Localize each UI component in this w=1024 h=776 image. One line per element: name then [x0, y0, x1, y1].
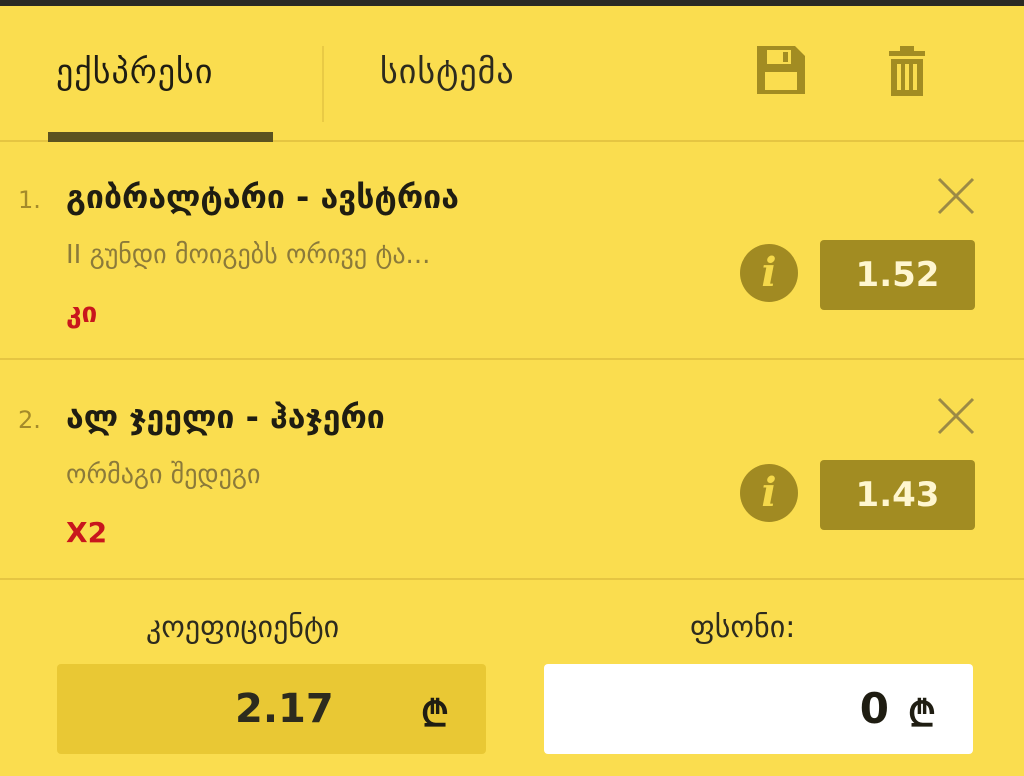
- bet-pick: კი: [66, 296, 98, 329]
- close-icon[interactable]: [934, 394, 978, 438]
- stake-value[interactable]: 0: [860, 684, 889, 733]
- tab-system[interactable]: სისტემა: [380, 52, 515, 92]
- tab-divider: [322, 46, 324, 122]
- bet-number: 1.: [18, 186, 41, 214]
- stake-input[interactable]: 0 ₾: [544, 664, 973, 754]
- coefficient-label: კოეფიციენტი: [146, 610, 340, 645]
- info-icon[interactable]: i: [740, 464, 798, 522]
- bet-event-title: გიბრალტარი - ავსტრია: [66, 178, 459, 216]
- betslip-tabs: ექსპრესი სისტემა: [0, 6, 1024, 142]
- coefficient-display: 2.17 ₾: [57, 664, 486, 754]
- bet-odds[interactable]: 1.52: [820, 240, 975, 310]
- bet-market: II გუნდი მოიგებს ორივე ტა...: [66, 240, 431, 270]
- bet-item: 2. ალ ჯეელი - ჰაჯერი ორმაგი შედეგი X2 i …: [0, 362, 1024, 580]
- info-icon[interactable]: i: [740, 244, 798, 302]
- betslip-footer: კოეფიციენტი ფსონი: 2.17 ₾ 0 ₾: [0, 572, 1024, 776]
- bet-odds[interactable]: 1.43: [820, 460, 975, 530]
- close-icon[interactable]: [934, 174, 978, 218]
- bet-event-title: ალ ჯეელი - ჰაჯერი: [66, 398, 385, 436]
- stake-label: ფსონი:: [690, 610, 796, 645]
- coefficient-value: 2.17: [235, 686, 334, 732]
- bet-item: 1. გიბრალტარი - ავსტრია II გუნდი მოიგებს…: [0, 142, 1024, 360]
- bet-number: 2.: [18, 406, 41, 434]
- tab-express[interactable]: ექსპრესი: [56, 52, 213, 92]
- active-tab-indicator: [48, 132, 273, 142]
- bet-pick: X2: [66, 516, 108, 549]
- lari-icon: ₾: [421, 694, 449, 735]
- lari-icon: ₾: [908, 694, 936, 735]
- save-icon[interactable]: [755, 44, 807, 100]
- bet-market: ორმაგი შედეგი: [66, 460, 261, 490]
- trash-icon[interactable]: [887, 44, 927, 102]
